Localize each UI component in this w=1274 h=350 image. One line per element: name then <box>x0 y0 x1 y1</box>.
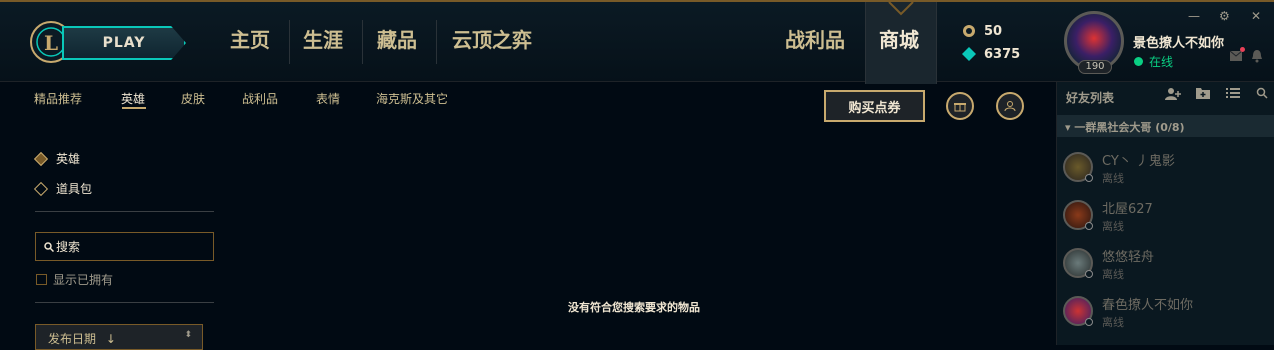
account-button[interactable] <box>996 92 1024 120</box>
diamond-icon <box>33 181 49 196</box>
friend-status: 离线 <box>1102 316 1124 329</box>
nav-divider <box>436 20 437 64</box>
divider <box>35 211 214 212</box>
nav-collection[interactable]: 藏品 <box>377 24 417 53</box>
friend-name: CY丶 丿鬼影 <box>1102 154 1175 169</box>
diamond-selected-icon <box>33 151 49 166</box>
sort-label: 发布日期 <box>48 332 97 346</box>
top-navigation-bar: L PLAY 主页 生涯 藏品 云顶之弈 战利品 商城 50 6375 190 … <box>0 0 1274 84</box>
active-tab-chevron-icon <box>888 2 914 16</box>
filter-champions[interactable]: 英雄 <box>33 150 81 167</box>
profile-name[interactable]: 景色撩人不如你 <box>1133 32 1224 51</box>
riot-points-icon <box>963 25 975 37</box>
minimize-button[interactable]: — <box>1188 9 1200 23</box>
filter-bundles[interactable]: 道具包 <box>33 180 93 197</box>
tab-featured[interactable]: 精品推荐 <box>34 90 82 107</box>
friends-panel: 好友列表 ▾ 一群黑社会大哥 (0/8) CY丶 丿鬼影 离线 北屋627 离线… <box>1056 82 1274 345</box>
offline-status-icon <box>1085 270 1093 278</box>
search-icon <box>44 241 54 252</box>
play-button[interactable]: PLAY <box>62 26 186 60</box>
friend-status: 离线 <box>1102 172 1124 185</box>
active-tab-underline <box>122 107 146 109</box>
bell-icon[interactable] <box>1250 49 1264 63</box>
tab-champions[interactable]: 英雄 <box>121 90 145 107</box>
nav-divider <box>289 20 290 64</box>
search-placeholder: 搜索 <box>56 240 81 254</box>
nav-home[interactable]: 主页 <box>230 24 270 53</box>
friend-item[interactable]: 春色撩人不如你 离线 <box>1057 292 1274 340</box>
friend-status: 离线 <box>1102 220 1124 233</box>
add-folder-icon[interactable] <box>1196 87 1210 99</box>
search-input[interactable]: 搜索 <box>35 232 214 261</box>
filter-champions-label: 英雄 <box>56 152 81 166</box>
list-icon[interactable] <box>1226 87 1240 99</box>
riot-points-value: 50 <box>984 24 1003 39</box>
sort-dropdown[interactable]: 发布日期 ↓ ⬍ <box>35 324 203 350</box>
profile-status[interactable]: 在线 <box>1149 53 1173 70</box>
notification-dot <box>1240 47 1245 52</box>
friend-group-header[interactable]: ▾ 一群黑社会大哥 (0/8) <box>1057 115 1274 137</box>
show-owned-checkbox[interactable]: 显示已拥有 <box>36 271 113 288</box>
nav-profile[interactable]: 生涯 <box>303 24 343 53</box>
caret-down-icon: ▾ <box>1065 121 1075 134</box>
friend-item[interactable]: 悠悠轻舟 离线 <box>1057 244 1274 292</box>
friend-name: 春色撩人不如你 <box>1102 298 1194 313</box>
divider <box>35 302 214 303</box>
nav-tft[interactable]: 云顶之弈 <box>452 24 532 53</box>
friend-item[interactable]: CY丶 丿鬼影 离线 <box>1057 148 1274 196</box>
nav-divider <box>362 20 363 64</box>
friend-name: 悠悠轻舟 <box>1102 250 1155 265</box>
tab-hextech[interactable]: 海克斯及其它 <box>376 90 448 107</box>
friend-name: 北屋627 <box>1102 202 1153 217</box>
profile-level-badge: 190 <box>1078 60 1112 74</box>
sort-direction-icon[interactable]: ↓ <box>106 332 116 346</box>
tab-emotes[interactable]: 表情 <box>316 90 340 107</box>
blue-essence-icon <box>962 47 976 61</box>
search-icon[interactable] <box>1256 87 1268 99</box>
gift-icon <box>954 103 966 112</box>
nav-loot[interactable]: 战利品 <box>785 24 845 53</box>
person-icon <box>1004 101 1016 112</box>
gift-button[interactable] <box>946 92 974 120</box>
checkbox-box[interactable] <box>36 274 47 285</box>
nav-store[interactable]: 商城 <box>879 24 919 53</box>
friends-title: 好友列表 <box>1066 91 1115 105</box>
filter-bundles-label: 道具包 <box>56 182 93 196</box>
online-status-icon <box>1134 57 1143 66</box>
close-button[interactable]: ✕ <box>1251 9 1261 23</box>
offline-status-icon <box>1085 318 1093 326</box>
svg-text:L: L <box>44 31 58 55</box>
buy-rp-button[interactable]: 购买点券 <box>824 90 925 122</box>
add-friend-icon[interactable] <box>1165 87 1181 101</box>
settings-button[interactable]: ⚙ <box>1219 9 1230 23</box>
empty-results-message: 没有符合您搜索要求的物品 <box>568 301 700 314</box>
blue-essence-value: 6375 <box>984 47 1021 62</box>
friend-item[interactable]: 北屋627 离线 <box>1057 196 1274 244</box>
tab-loot[interactable]: 战利品 <box>242 90 278 107</box>
dropdown-chevron-icon: ⬍ <box>184 330 192 340</box>
offline-status-icon <box>1085 174 1093 182</box>
offline-status-icon <box>1085 222 1093 230</box>
tab-skins[interactable]: 皮肤 <box>181 90 205 107</box>
friend-status: 离线 <box>1102 268 1124 281</box>
show-owned-label: 显示已拥有 <box>53 273 114 287</box>
friend-group-label: 一群黑社会大哥 (0/8) <box>1074 121 1185 134</box>
